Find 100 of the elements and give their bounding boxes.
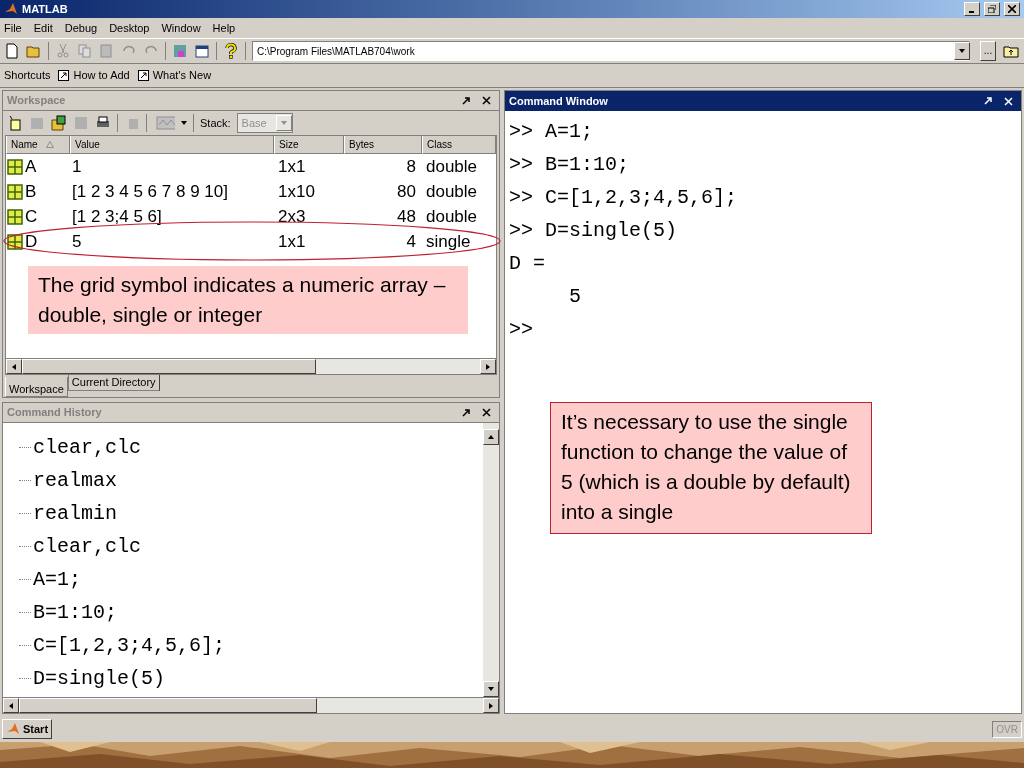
arrow-icon — [11, 363, 17, 370]
command-line: >> — [509, 316, 533, 343]
shortcut-icon — [58, 70, 70, 81]
command-line: 5 — [568, 283, 581, 310]
history-line[interactable]: clear,clc — [33, 432, 142, 463]
panel-title: Command History — [7, 405, 103, 421]
shortcut-link[interactable]: What's New — [152, 67, 212, 84]
help-icon[interactable] — [223, 43, 239, 59]
table-cell-text: D — [25, 230, 38, 253]
arrow-icon — [488, 686, 494, 692]
annotation-callout: It’s necessary to use the single function to change the value of 5 (which is a double by default) into a single — [550, 402, 872, 534]
table-cell: 8 — [406, 156, 416, 176]
menu-item[interactable]: Debug — [64, 19, 98, 37]
menu-item[interactable]: Edit — [33, 19, 53, 37]
command-line: D = — [509, 250, 545, 277]
shortcut-link[interactable]: How to Add — [73, 67, 130, 84]
history-line[interactable]: realmax — [33, 465, 117, 496]
dropdown-button[interactable] — [954, 42, 970, 60]
current-directory-field[interactable]: C:\Program Files\MATLAB704\work — [252, 41, 970, 61]
scroll-thumb[interactable] — [22, 359, 316, 374]
table-cell: double — [426, 181, 478, 201]
scroll-right-button[interactable] — [483, 698, 499, 713]
history-line[interactable]: realmin — [33, 498, 117, 529]
history-line[interactable]: B=1:10; — [33, 597, 117, 628]
scroll-down-button[interactable] — [483, 681, 499, 697]
import-data-icon[interactable] — [51, 115, 67, 131]
column-header[interactable]: Value — [70, 136, 274, 154]
arrow-icon — [280, 120, 287, 126]
command-line: >> C=[1,2,3;4,5,6]; — [509, 184, 738, 211]
arrow-icon — [485, 363, 491, 370]
table-cell: 80 — [397, 181, 416, 201]
scroll-right-button[interactable] — [480, 359, 496, 374]
table-cell-text: C — [25, 205, 38, 228]
table-cell: [1 2 3;4 5 6] — [72, 206, 162, 226]
close-icon[interactable] — [482, 408, 491, 417]
table-cell-text: A — [25, 155, 37, 178]
new-variable-icon[interactable] — [7, 115, 23, 131]
annotation-callout: The grid symbol indicates a numeric array – double, single or integer — [28, 266, 468, 334]
grid-icon — [7, 208, 23, 225]
history-line[interactable]: C=[1,2,3;4,5,6]; — [33, 630, 226, 661]
close-icon — [1008, 5, 1016, 13]
overwrite-indicator: OVR — [992, 720, 1022, 738]
column-header[interactable]: Class — [422, 136, 496, 154]
grid-icon — [7, 158, 23, 175]
close-icon[interactable] — [482, 96, 491, 105]
history-line[interactable]: A=1; — [33, 564, 81, 595]
column-header[interactable]: Size — [274, 136, 344, 154]
panel-tab[interactable]: Workspace — [5, 377, 68, 397]
undock-icon[interactable] — [462, 96, 470, 105]
scroll-thumb[interactable] — [19, 698, 317, 713]
menu-item[interactable]: Help — [212, 19, 236, 37]
restore-button[interactable] — [984, 2, 1000, 16]
table-cell: double — [426, 156, 478, 176]
column-header[interactable]: Bytes — [344, 136, 422, 154]
sort-icon — [45, 141, 54, 148]
menu-item[interactable]: Desktop — [109, 19, 150, 37]
logo-icon — [6, 722, 20, 736]
table-cell: 5 — [72, 231, 82, 251]
panel-title: Workspace — [7, 93, 67, 109]
shortcuts-label: Shortcuts — [4, 68, 51, 84]
menu-item[interactable]: File — [4, 19, 22, 37]
command-line: >> B=1:10; — [509, 151, 630, 178]
restore-icon — [988, 5, 996, 13]
caret-icon — [181, 120, 187, 126]
new-file-icon[interactable] — [4, 43, 20, 59]
table-cell: 1x1 — [278, 156, 306, 176]
command-line: >> A=1; — [509, 118, 593, 145]
undock-icon[interactable] — [462, 408, 470, 417]
table-cell: [1 2 3 4 5 6 7 8 9 10] — [72, 181, 228, 201]
table-cell: 2x3 — [278, 206, 306, 226]
menu-item[interactable]: Window — [161, 19, 201, 37]
table-cell: 48 — [397, 206, 416, 226]
table-cell: single — [426, 231, 471, 251]
table-cell: 4 — [406, 231, 416, 251]
grid-icon — [7, 183, 23, 200]
start-button[interactable]: Start — [2, 719, 53, 739]
browse-button[interactable]: ... — [980, 41, 996, 61]
history-line[interactable]: D=single(5) — [33, 663, 166, 694]
folder-up-icon[interactable] — [1002, 43, 1020, 59]
panel-title: Command Window — [509, 93, 609, 109]
scroll-up-button[interactable] — [483, 429, 499, 445]
history-line[interactable]: clear,clc — [33, 531, 142, 562]
minimize-button[interactable] — [964, 2, 980, 16]
table-cell: 1x1 — [278, 231, 306, 251]
table-cell: 1 — [72, 156, 82, 176]
arrow-icon — [488, 434, 494, 440]
logo-icon — [4, 2, 18, 16]
scroll-left-button[interactable] — [3, 698, 19, 713]
stack-label: Stack: — [200, 115, 231, 131]
command-line: >> D=single(5) — [509, 217, 678, 244]
table-cell: double — [426, 206, 478, 226]
table-cell: 1x10 — [278, 181, 315, 201]
table-cell-text: B — [25, 180, 37, 203]
arrow-icon — [488, 702, 494, 709]
close-button[interactable] — [1004, 2, 1020, 16]
arrow-icon — [8, 702, 14, 709]
column-header[interactable]: Name — [6, 136, 70, 154]
scroll-left-button[interactable] — [6, 359, 22, 374]
arrow-icon — [959, 48, 965, 54]
window-title: MATLAB — [22, 1, 69, 17]
